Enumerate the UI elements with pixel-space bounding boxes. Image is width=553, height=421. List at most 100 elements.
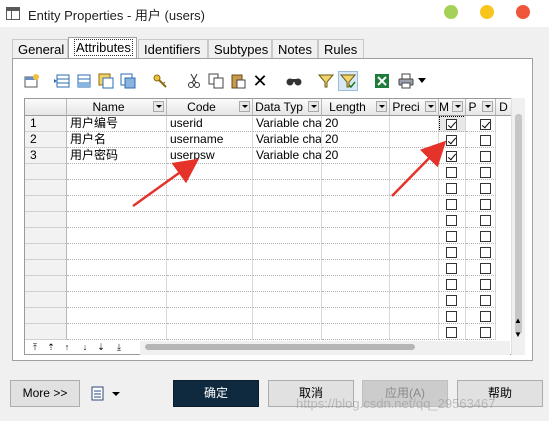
cell-length[interactable] xyxy=(322,228,390,244)
primary-checkbox[interactable] xyxy=(480,247,491,258)
new-key-icon[interactable] xyxy=(150,71,170,91)
row-header[interactable] xyxy=(25,164,67,180)
cell-code[interactable] xyxy=(167,260,253,276)
tab-general[interactable]: General xyxy=(12,39,68,58)
cell-length[interactable]: 20 xyxy=(322,132,390,148)
cell-type[interactable] xyxy=(253,308,322,324)
mandatory-checkbox[interactable] xyxy=(446,311,457,322)
cell-name[interactable] xyxy=(67,276,167,292)
mandatory-checkbox[interactable] xyxy=(446,135,457,146)
add-row-icon[interactable] xyxy=(74,71,94,91)
maximize-dot-icon[interactable] xyxy=(444,5,458,19)
move-down-icon[interactable]: ↓ xyxy=(78,340,92,354)
primary-checkbox[interactable] xyxy=(480,279,491,290)
cell-code[interactable] xyxy=(167,244,253,260)
row-header[interactable] xyxy=(25,276,67,292)
chevron-down-icon[interactable] xyxy=(452,101,463,112)
ok-button[interactable]: 确定 xyxy=(173,380,259,407)
chevron-down-icon[interactable] xyxy=(308,101,319,112)
tab-attributes[interactable]: Attributes xyxy=(68,37,137,60)
cell-name[interactable] xyxy=(67,292,167,308)
move-bottom-icon[interactable]: ⤓ xyxy=(112,340,126,354)
cell-name[interactable]: 用户名 xyxy=(67,132,167,148)
cell-prec[interactable] xyxy=(390,324,439,340)
cell-type[interactable] xyxy=(253,196,322,212)
mandatory-checkbox[interactable] xyxy=(446,295,457,306)
delete-icon[interactable]: ✕ xyxy=(250,71,270,91)
scroll-up-icon[interactable]: ▲ xyxy=(514,316,522,325)
cell-prec[interactable] xyxy=(390,148,439,164)
cell-code[interactable] xyxy=(167,164,253,180)
mandatory-checkbox[interactable] xyxy=(446,167,457,178)
mandatory-checkbox[interactable] xyxy=(446,151,457,162)
cell-length[interactable]: 20 xyxy=(322,148,390,164)
cell-name[interactable] xyxy=(67,180,167,196)
paste-icon[interactable] xyxy=(228,71,248,91)
cell-prec[interactable] xyxy=(390,292,439,308)
cell-name[interactable] xyxy=(67,164,167,180)
filter-active-icon[interactable] xyxy=(338,71,358,91)
primary-checkbox[interactable] xyxy=(480,327,491,338)
row-header[interactable] xyxy=(25,292,67,308)
primary-checkbox[interactable] xyxy=(480,215,491,226)
column-header-primary[interactable]: P xyxy=(466,99,496,116)
row-header[interactable] xyxy=(25,244,67,260)
cell-prec[interactable] xyxy=(390,132,439,148)
mandatory-checkbox[interactable] xyxy=(446,119,457,130)
cell-type[interactable]: Variable char xyxy=(253,116,322,132)
cell-type[interactable] xyxy=(253,212,322,228)
copy-icon[interactable] xyxy=(206,71,226,91)
cell-prec[interactable] xyxy=(390,212,439,228)
mandatory-checkbox[interactable] xyxy=(446,199,457,210)
cell-length[interactable] xyxy=(322,212,390,228)
print-icon[interactable] xyxy=(396,71,416,91)
mandatory-checkbox[interactable] xyxy=(446,183,457,194)
cell-name[interactable] xyxy=(67,244,167,260)
cell-type[interactable] xyxy=(253,324,322,340)
mandatory-checkbox[interactable] xyxy=(446,327,457,338)
cell-type[interactable]: Variable char xyxy=(253,148,322,164)
cell-name[interactable] xyxy=(67,228,167,244)
cell-code[interactable]: username xyxy=(167,132,253,148)
vertical-scrollbar[interactable]: ▲ ▼ xyxy=(511,98,525,355)
row-header[interactable] xyxy=(25,212,67,228)
cell-type[interactable] xyxy=(253,180,322,196)
tab-rules[interactable]: Rules xyxy=(318,39,364,58)
column-header-datatype[interactable]: Data Typ xyxy=(253,99,322,116)
cell-length[interactable] xyxy=(322,244,390,260)
mandatory-checkbox[interactable] xyxy=(446,247,457,258)
cell-length[interactable] xyxy=(322,164,390,180)
column-header-name[interactable]: Name xyxy=(67,99,167,116)
cell-name[interactable] xyxy=(67,324,167,340)
cell-type[interactable] xyxy=(253,244,322,260)
chevron-down-icon[interactable] xyxy=(425,101,436,112)
cell-prec[interactable] xyxy=(390,180,439,196)
cell-name[interactable] xyxy=(67,196,167,212)
row-header[interactable] xyxy=(25,196,67,212)
column-header-precision[interactable]: Preci xyxy=(390,99,439,116)
chevron-down-icon[interactable] xyxy=(376,101,387,112)
cell-code[interactable] xyxy=(167,180,253,196)
tab-identifiers[interactable]: Identifiers xyxy=(138,39,208,58)
cell-prec[interactable] xyxy=(390,308,439,324)
cell-type[interactable] xyxy=(253,164,322,180)
cell-name[interactable] xyxy=(67,308,167,324)
primary-checkbox[interactable] xyxy=(480,311,491,322)
cell-code[interactable] xyxy=(167,276,253,292)
cell-prec[interactable] xyxy=(390,196,439,212)
filter-icon[interactable] xyxy=(316,71,336,91)
cell-code[interactable] xyxy=(167,212,253,228)
primary-checkbox[interactable] xyxy=(480,295,491,306)
cell-name[interactable] xyxy=(67,260,167,276)
cell-prec[interactable] xyxy=(390,164,439,180)
row-header[interactable] xyxy=(25,324,67,340)
cell-length[interactable]: 20 xyxy=(322,116,390,132)
cell-code[interactable] xyxy=(167,292,253,308)
cell-prec[interactable] xyxy=(390,276,439,292)
cell-prec[interactable] xyxy=(390,244,439,260)
export-excel-icon[interactable] xyxy=(372,71,392,91)
move-page-up-icon[interactable]: ⇡ xyxy=(44,340,58,354)
cell-length[interactable] xyxy=(322,308,390,324)
tab-subtypes[interactable]: Subtypes xyxy=(208,39,272,58)
row-header[interactable]: 1 xyxy=(25,116,67,132)
